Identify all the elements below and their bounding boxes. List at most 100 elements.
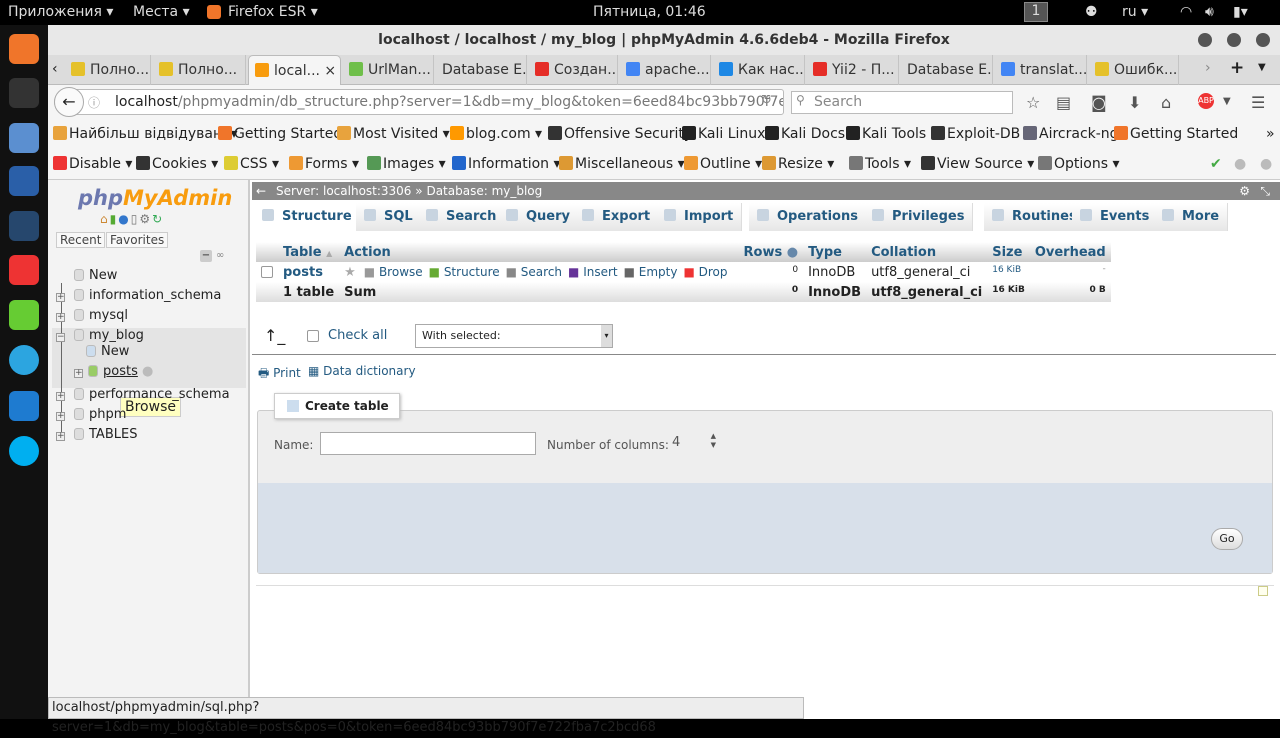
phpmyadmin-logo[interactable]: phpMyAdmin [78, 186, 232, 210]
row-checkbox[interactable] [256, 262, 278, 282]
action-browse[interactable]: ■ Browse [364, 265, 423, 279]
bookmark-item[interactable]: blog.com ▾ [450, 126, 542, 142]
bookmark-item[interactable]: Kali Docs [765, 126, 845, 142]
browser-tab[interactable]: Полно... [65, 55, 151, 85]
bookmark-item[interactable]: Getting Started [1114, 126, 1238, 142]
search-input[interactable]: Search [791, 91, 1013, 114]
bookmark-item[interactable]: Most Visited ▾ [337, 126, 450, 142]
faraday-launcher-icon[interactable] [9, 255, 39, 285]
battery-icon[interactable]: ▮▾ [1233, 4, 1248, 20]
table-name-link[interactable]: posts [278, 262, 339, 282]
console-toggle-icon[interactable] [1258, 586, 1268, 596]
tree-new-table[interactable]: New [86, 344, 129, 359]
tree-db-item[interactable]: information_schema [74, 288, 221, 303]
volume-icon[interactable]: 🔊︎ [1205, 4, 1214, 20]
favorite-star-icon[interactable]: ★ [344, 265, 356, 280]
browser-tab[interactable]: Создан... [529, 55, 618, 85]
firefox-app-menu[interactable]: Firefox ESR ▾ [228, 4, 318, 20]
collapse-all-icon[interactable]: − [200, 250, 212, 262]
skype-launcher-icon[interactable] [9, 436, 39, 466]
webdev-menu-item[interactable]: Resize ▾ [762, 156, 834, 172]
column-header[interactable]: Action [339, 242, 739, 262]
bookmark-item[interactable]: Offensive Security [548, 126, 692, 142]
collapse-nav-icon[interactable]: ← [256, 182, 266, 200]
expand-db-icon[interactable]: + [56, 293, 65, 302]
expand-db-icon[interactable]: + [56, 432, 65, 441]
column-header[interactable]: Overhead [1029, 242, 1111, 262]
home-icon[interactable]: ⌂ [100, 212, 110, 226]
url-bar[interactable]: localhost/phpmyadmin/db_structure.php?se… [54, 89, 784, 115]
bookmark-item[interactable]: Getting Started [218, 126, 342, 142]
favorites-tab[interactable]: Favorites [106, 232, 169, 248]
files-launcher-icon[interactable] [9, 123, 39, 153]
applications-menu[interactable]: Приложения ▾ [8, 4, 113, 20]
with-selected-select[interactable]: With selected: ▾ [415, 324, 613, 348]
back-button[interactable]: ← [54, 87, 84, 117]
webdev-menu-item[interactable]: CSS ▾ [224, 156, 279, 172]
close-tab-icon[interactable]: × [320, 63, 336, 79]
browser-tab[interactable]: Database E... [901, 55, 993, 85]
hamburger-menu-icon[interactable]: ☰ [1251, 93, 1265, 112]
breadcrumb-database[interactable]: Database: my_blog [426, 184, 542, 198]
webdev-menu-item[interactable]: Disable ▾ [53, 156, 132, 172]
browser-tab[interactable]: Yii2 - П... [807, 55, 899, 85]
expand-db-icon[interactable]: + [56, 392, 65, 401]
webdev-menu-item[interactable]: Outline ▾ [684, 156, 762, 172]
browser-tab[interactable]: Полно... [153, 55, 246, 85]
firefox-launcher-icon[interactable] [9, 34, 39, 64]
webdev-menu-item[interactable]: Forms ▾ [289, 156, 359, 172]
home-icon[interactable]: ⌂ [1161, 93, 1171, 112]
help-icon[interactable]: ● [787, 245, 798, 260]
recent-tab[interactable]: Recent [56, 232, 106, 248]
downloads-icon[interactable]: ⬇ [1128, 93, 1141, 112]
terminal-launcher-icon[interactable] [9, 78, 39, 108]
action-insert[interactable]: ■ Insert [568, 265, 618, 279]
webdev-menu-item[interactable]: Information ▾ [452, 156, 561, 172]
browser-tab[interactable]: Database E... [436, 55, 527, 85]
expand-db-icon[interactable]: − [56, 333, 65, 342]
webdev-menu-item[interactable]: View Source ▾ [921, 156, 1034, 172]
expand-db-icon[interactable]: + [56, 313, 65, 322]
breadcrumb-server[interactable]: Server: localhost:3306 [276, 184, 411, 198]
minimize-button[interactable] [1198, 33, 1212, 47]
list-all-tabs-icon[interactable]: ▼ [1258, 62, 1266, 73]
bookmark-item[interactable]: Exploit-DB [931, 126, 1020, 142]
expand-db-icon[interactable]: + [56, 412, 65, 421]
column-header[interactable]: Table ▲ [278, 242, 340, 262]
column-header[interactable]: Collation [866, 242, 988, 262]
tab-export[interactable]: Export [574, 203, 660, 231]
tab-query[interactable]: Query [498, 203, 580, 231]
tree-db-item[interactable]: performance_schema [74, 387, 230, 402]
pocket-icon[interactable]: ◙ [1091, 93, 1107, 112]
browser-tab[interactable]: Ошибк... [1089, 55, 1179, 85]
column-header[interactable]: Rows ● [738, 242, 804, 262]
webdev-menu-item[interactable]: Options ▾ [1038, 156, 1120, 172]
link-with-main-icon[interactable]: ∞ [216, 250, 224, 261]
tab-more[interactable]: More [1154, 203, 1229, 231]
reload-nav-icon[interactable]: ↻ [152, 212, 164, 226]
clock[interactable]: Пятница, 01:46 [593, 4, 706, 20]
logout-icon[interactable]: ▮ [110, 212, 119, 226]
table-name-input[interactable] [320, 432, 536, 455]
tab-structure[interactable]: Structure [254, 203, 361, 231]
fullscreen-icon[interactable]: ⤡ [1260, 182, 1270, 200]
language-menu[interactable]: ru ▾ [1122, 4, 1148, 20]
action-structure[interactable]: ■ Structure [429, 265, 500, 279]
wifi-icon[interactable]: ◠ [1180, 4, 1192, 20]
settings-icon[interactable]: ⚙ [139, 212, 152, 226]
maltego-launcher-icon[interactable] [9, 166, 39, 196]
tree-db-item[interactable]: phpm [74, 407, 126, 422]
tab-privileges[interactable]: Privileges [864, 203, 974, 231]
users-icon[interactable]: ⚉ [1085, 4, 1098, 20]
go-button[interactable]: Go [1211, 528, 1243, 550]
reload-icon[interactable]: ↻ [761, 93, 772, 108]
bookmark-item[interactable]: Aircrack-ng [1023, 126, 1119, 142]
places-menu[interactable]: Места ▾ [133, 4, 190, 20]
tree-db-item[interactable]: my_blog [74, 328, 144, 343]
adblock-icon[interactable]: ABP [1198, 93, 1214, 109]
tab-events[interactable]: Events [1072, 203, 1159, 231]
adblock-menu-icon[interactable]: ▼ [1223, 96, 1231, 107]
check-all-checkbox[interactable] [307, 330, 319, 342]
scroll-tabs-right-icon[interactable]: › [1205, 60, 1211, 76]
check-all-label[interactable]: Check all [328, 328, 387, 343]
